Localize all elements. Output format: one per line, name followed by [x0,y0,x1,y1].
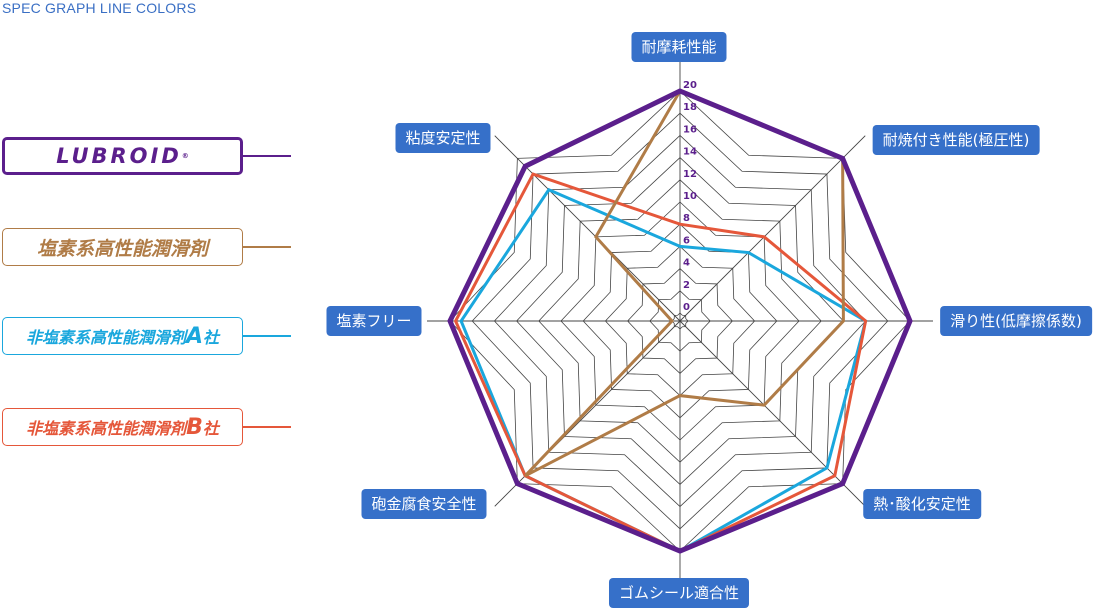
axis-label: 耐摩耗性能 [631,32,727,62]
tick-label: 6 [683,235,690,246]
axis-label: 滑り性(低摩擦係数) [940,306,1092,336]
tick-label: 10 [683,191,697,202]
axis-label: 熱･酸化安定性 [863,489,981,519]
axis-label: 塩素フリー [326,306,422,336]
axis-label: 耐焼付き性能(極圧性) [872,125,1040,155]
tick-label: 12 [683,169,697,180]
tick-label: 0 [683,302,690,313]
axis-label: 粘度安定性 [395,123,491,153]
tick-label: 4 [683,258,690,269]
tick-label: 8 [683,213,690,224]
axis-label: ゴムシール適合性 [608,578,750,608]
tick-label: 2 [683,280,690,291]
tick-label: 14 [683,147,697,158]
radar-chart: 0 2 4 6 8 10 12 14 16 18 20 [427,46,933,596]
axis-label: 砲金腐食安全性 [361,489,487,519]
tick-label: 18 [683,102,697,113]
tick-label: 16 [683,124,697,135]
tick-label: 20 [683,80,697,91]
